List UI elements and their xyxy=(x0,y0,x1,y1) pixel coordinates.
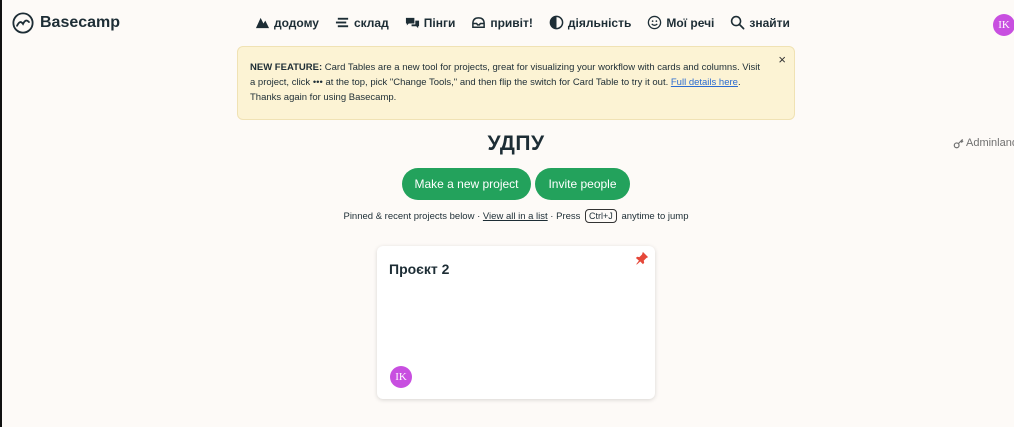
hint-middle: · Press xyxy=(547,211,584,222)
top-bar: Basecamp додому склад Пінги привіт! діял… xyxy=(2,0,1014,48)
banner-heading: NEW FEATURE: xyxy=(250,62,323,73)
nav-hey[interactable]: привіт! xyxy=(471,15,533,30)
nav-lineup-label: склад xyxy=(353,15,389,30)
nav-activity[interactable]: діяльність xyxy=(549,15,631,30)
new-project-button[interactable]: Make a new project xyxy=(402,168,531,200)
nav-pings-label: Пінги xyxy=(423,15,456,30)
view-all-list-link[interactable]: View all in a list xyxy=(483,211,548,222)
nav-my-stuff-label: Мої речі xyxy=(666,15,715,30)
new-feature-banner: NEW FEATURE: Card Tables are a new tool … xyxy=(237,46,795,120)
pin-icon[interactable] xyxy=(635,251,649,265)
search-icon xyxy=(731,15,745,30)
nav-pings[interactable]: Пінги xyxy=(405,15,456,30)
hint-suffix: anytime to jump xyxy=(618,211,689,222)
shortcut-key: Ctrl+J xyxy=(585,209,617,223)
invite-people-button[interactable]: Invite people xyxy=(535,168,630,200)
page-title: УДПУ xyxy=(487,132,545,155)
nav-lineup[interactable]: склад xyxy=(335,15,389,30)
smiley-icon xyxy=(648,15,662,30)
pings-icon xyxy=(405,17,419,29)
project-member-initials: IK xyxy=(395,371,407,383)
nav-find-label: знайти xyxy=(749,15,790,30)
close-icon[interactable]: × xyxy=(778,52,786,67)
project-member-avatar: IK xyxy=(390,366,412,388)
hey-icon xyxy=(472,17,486,28)
user-avatar-initials: IK xyxy=(998,19,1010,31)
nav-home[interactable]: додому xyxy=(255,15,319,30)
basecamp-logo[interactable]: Basecamp xyxy=(12,12,120,34)
banner-details-link[interactable]: Full details here xyxy=(671,77,738,88)
app-name: Basecamp xyxy=(40,14,121,31)
project-card[interactable]: Проєкт 2 IK xyxy=(377,246,655,399)
hint-prefix: Pinned & recent projects below · xyxy=(343,211,483,222)
nav-my-stuff[interactable]: Мої речі xyxy=(647,15,714,30)
projects-hint: Pinned & recent projects below · View al… xyxy=(2,209,1014,223)
nav-home-label: додому xyxy=(274,15,319,30)
project-title: Проєкт 2 xyxy=(389,261,450,277)
main-nav: додому склад Пінги привіт! діяльність Мо… xyxy=(255,15,806,30)
activity-icon xyxy=(549,15,564,30)
home-icon xyxy=(255,17,270,29)
basecamp-logo-icon xyxy=(12,12,34,34)
nav-hey-label: привіт! xyxy=(490,15,533,30)
user-avatar[interactable]: IK xyxy=(993,14,1014,36)
nav-activity-label: діяльність xyxy=(567,15,632,30)
lineup-icon xyxy=(335,17,349,28)
nav-find[interactable]: знайти xyxy=(730,15,790,30)
